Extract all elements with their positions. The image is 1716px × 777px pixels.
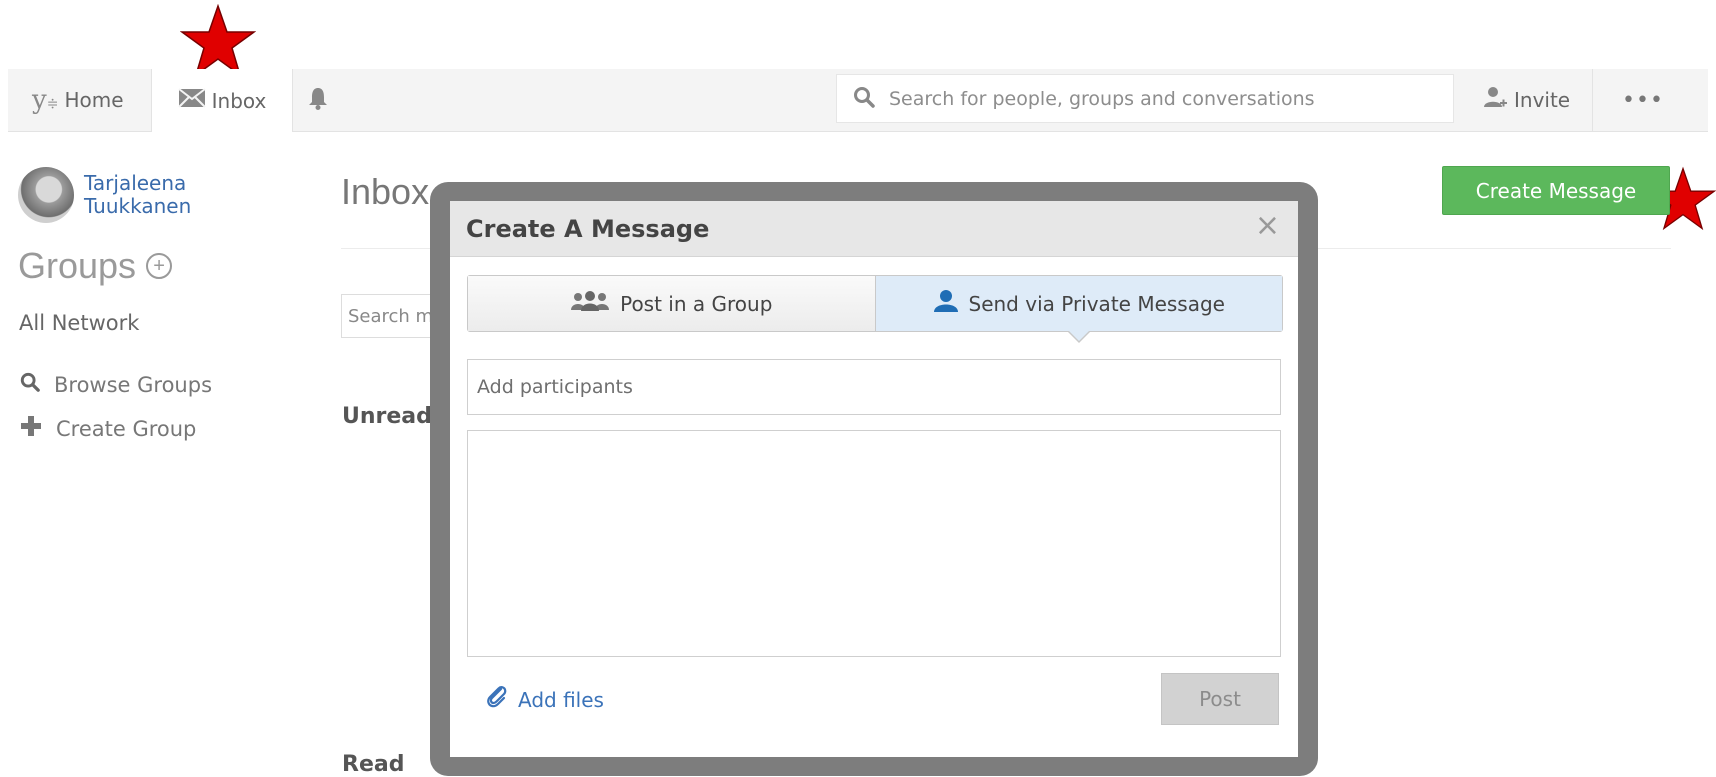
- global-search-input[interactable]: [887, 86, 1431, 111]
- create-message-button[interactable]: Create Message: [1442, 166, 1670, 215]
- post-button[interactable]: Post: [1161, 673, 1279, 725]
- invite-label: Invite: [1514, 88, 1571, 112]
- person-icon: [933, 289, 959, 318]
- tab-post-in-group[interactable]: Post in a Group: [468, 276, 876, 331]
- message-body-textarea[interactable]: [467, 430, 1281, 657]
- dialog-header: Create A Message ×: [450, 201, 1298, 257]
- create-group-label: Create Group: [56, 416, 197, 441]
- nav-tab-home[interactable]: y≑ Home: [32, 69, 124, 131]
- yammer-logo-icon: y≑: [32, 85, 59, 115]
- tab-private-message-label: Send via Private Message: [968, 291, 1225, 316]
- nav-inbox-label: Inbox: [211, 88, 267, 113]
- user-name-link[interactable]: Tarjaleena Tuukkanen: [84, 172, 244, 218]
- avatar[interactable]: [18, 167, 74, 223]
- add-files-label: Add files: [518, 687, 604, 712]
- top-navigation-bar: y≑ Home Inbox Invite •••: [8, 69, 1708, 132]
- more-icon: •••: [1622, 87, 1664, 113]
- add-participants-input[interactable]: [467, 359, 1281, 415]
- browse-groups-link[interactable]: Browse Groups: [20, 372, 212, 397]
- create-group-link[interactable]: Create Group: [20, 415, 196, 442]
- envelope-icon: [177, 88, 206, 113]
- plus-icon: [20, 415, 42, 442]
- nav-home-label: Home: [64, 88, 124, 112]
- dialog-title: Create A Message: [466, 215, 710, 243]
- read-messages-heading: Read: [342, 752, 405, 777]
- global-search[interactable]: [836, 74, 1454, 123]
- more-menu-button[interactable]: •••: [1592, 69, 1693, 131]
- selected-tab-pointer: [1067, 331, 1090, 343]
- add-files-link[interactable]: Add files: [486, 685, 604, 714]
- tab-post-in-group-label: Post in a Group: [620, 291, 773, 316]
- page-title: Inbox: [341, 171, 430, 212]
- invite-button[interactable]: Invite: [1482, 69, 1570, 131]
- nav-tab-inbox[interactable]: Inbox: [151, 69, 293, 132]
- close-icon[interactable]: ×: [1255, 211, 1280, 241]
- all-network-link[interactable]: All Network: [19, 311, 139, 335]
- search-icon: [20, 372, 40, 397]
- search-icon: [837, 86, 887, 112]
- browse-groups-label: Browse Groups: [54, 372, 213, 397]
- unread-messages-heading: Unread: [342, 404, 432, 429]
- group-icon: [570, 290, 610, 317]
- message-type-toggle: Post in a Group Send via Private Message: [467, 275, 1283, 343]
- paperclip-icon: [486, 685, 508, 714]
- notifications-button[interactable]: [308, 69, 328, 131]
- tab-private-message[interactable]: Send via Private Message: [875, 276, 1282, 343]
- star-annotation-icon: [180, 4, 256, 78]
- groups-title: Groups: [18, 245, 137, 286]
- add-user-icon: [1482, 85, 1508, 116]
- create-message-dialog: Create A Message × Post in a Group Send …: [450, 201, 1298, 757]
- groups-heading: Groups +: [18, 245, 173, 287]
- bell-icon: [308, 86, 328, 115]
- plus-circle-icon[interactable]: +: [146, 253, 173, 279]
